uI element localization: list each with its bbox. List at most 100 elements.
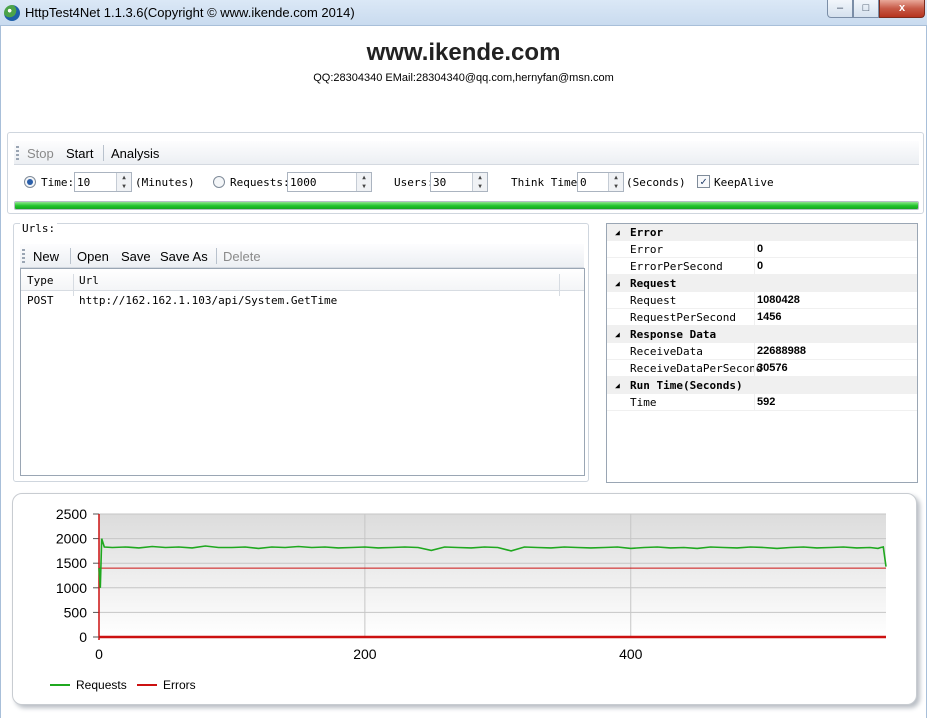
property-value: 592: [757, 396, 776, 408]
requests-mode-radio[interactable]: [213, 176, 225, 188]
url-address: http://162.162.1.103/api/System.GetTime: [79, 294, 338, 307]
think-time-stepper[interactable]: 0 ▲ ▼: [577, 172, 624, 192]
column-separator: [754, 292, 755, 309]
url-list-header: Type Url: [21, 269, 584, 296]
category-name: Run Time(Seconds): [630, 379, 743, 392]
legend-swatch: [137, 684, 157, 686]
settings-panel: Stop Start Analysis Time: 10 ▲ ▼ (Minutes…: [7, 132, 924, 214]
throughput-chart-panel: 0 500 1000 1500 2000 2500 0 200 400 Requests Err…: [12, 493, 917, 705]
window-title: HttpTest4Net 1.1.3.6(Copyright © www.ike…: [25, 5, 355, 20]
time-mode-radio[interactable]: [24, 176, 36, 188]
maximize-button[interactable]: □: [853, 0, 879, 18]
stop-button[interactable]: Stop: [27, 146, 54, 161]
property-key: Time: [630, 396, 657, 409]
toolbar-separator: [216, 248, 217, 264]
category-request[interactable]: ◢ Request: [607, 275, 917, 292]
spin-down-icon[interactable]: ▼: [609, 182, 623, 191]
column-separator: [754, 241, 755, 258]
options-row: Time: 10 ▲ ▼ (Minutes) Requests: 1000 ▲ ▼ …: [8, 171, 923, 193]
analysis-button[interactable]: Analysis: [111, 146, 159, 161]
column-separator: [754, 309, 755, 326]
spin-down-icon[interactable]: ▼: [117, 182, 131, 191]
delete-button[interactable]: Delete: [223, 249, 261, 264]
property-row[interactable]: Request 1080428: [607, 292, 917, 309]
column-header-url[interactable]: Url: [79, 274, 99, 287]
url-list[interactable]: Type Url POST http://162.162.1.103/api/S…: [20, 268, 585, 476]
category-name: Response Data: [630, 328, 717, 341]
think-time-label: Think Time:: [511, 176, 584, 189]
urls-group: Urls: New Open Save Save As Delete Type …: [13, 222, 589, 482]
property-value: 0: [757, 243, 764, 255]
property-value: 22688988: [757, 345, 806, 357]
site-title: www.ikende.com: [366, 39, 561, 66]
title-bar: HttpTest4Net 1.1.3.6(Copyright © www.ike…: [0, 0, 927, 26]
spin-up-icon[interactable]: ▲: [609, 173, 623, 182]
stats-property-grid: ◢ Error Error 0 ErrorPerSecond 0 ◢ Reque…: [606, 223, 918, 483]
property-key: ReceiveDataPerSecond: [630, 362, 763, 375]
keepalive-checkbox[interactable]: ✓: [697, 175, 710, 188]
time-spin[interactable]: ▲ ▼: [116, 173, 131, 191]
users-spin[interactable]: ▲ ▼: [472, 173, 487, 191]
property-value: 30576: [757, 362, 788, 374]
urls-caption: Urls:: [20, 222, 58, 235]
requests-stepper[interactable]: 1000 ▲ ▼: [287, 172, 372, 192]
column-separator: [754, 258, 755, 275]
think-time-spin[interactable]: ▲ ▼: [608, 173, 623, 191]
minimize-button[interactable]: –: [827, 0, 853, 18]
y-tick-label: 1000: [56, 580, 87, 596]
save-button[interactable]: Save: [121, 249, 151, 264]
property-value: 1456: [757, 311, 782, 323]
spin-up-icon[interactable]: ▲: [473, 173, 487, 182]
property-row[interactable]: RequestPerSecond 1456: [607, 309, 917, 326]
y-tick-label: 2000: [56, 531, 87, 547]
close-button[interactable]: x: [879, 0, 925, 18]
toolbar-grip[interactable]: [16, 146, 19, 160]
time-stepper[interactable]: 10 ▲ ▼: [74, 172, 132, 192]
spin-up-icon[interactable]: ▲: [357, 173, 371, 182]
start-button[interactable]: Start: [66, 146, 93, 161]
property-row[interactable]: Time 592: [607, 394, 917, 411]
collapse-icon[interactable]: ◢: [615, 279, 620, 288]
property-row[interactable]: Error 0: [607, 241, 917, 258]
property-key: RequestPerSecond: [630, 311, 736, 324]
open-button[interactable]: Open: [77, 249, 109, 264]
column-separator: [754, 343, 755, 360]
x-tick-label: 0: [95, 646, 103, 662]
category-response-data[interactable]: ◢ Response Data: [607, 326, 917, 343]
x-tick-label: 400: [619, 646, 643, 662]
legend-swatch: [50, 684, 70, 686]
collapse-icon[interactable]: ◢: [615, 330, 620, 339]
collapse-icon[interactable]: ◢: [615, 381, 620, 390]
spin-down-icon[interactable]: ▼: [473, 182, 487, 191]
list-item[interactable]: POST http://162.162.1.103/api/System.Get…: [21, 293, 584, 309]
property-value: 1080428: [757, 294, 800, 306]
users-stepper[interactable]: 30 ▲ ▼: [430, 172, 488, 192]
urls-toolbar: New Open Save Save As Delete: [20, 244, 584, 268]
app-icon: [4, 5, 20, 21]
collapse-icon[interactable]: ◢: [615, 228, 620, 237]
run-toolbar: Stop Start Analysis: [14, 141, 919, 165]
save-as-button[interactable]: Save As: [160, 249, 208, 264]
category-run-time[interactable]: ◢ Run Time(Seconds): [607, 377, 917, 394]
requests-spin[interactable]: ▲ ▼: [356, 173, 371, 191]
requests-label: Requests:: [230, 176, 290, 189]
plot-area: [99, 514, 886, 637]
category-error[interactable]: ◢ Error: [607, 224, 917, 241]
new-button[interactable]: New: [33, 249, 59, 264]
y-tick-label: 2500: [56, 506, 87, 522]
property-row[interactable]: ErrorPerSecond 0: [607, 258, 917, 275]
x-tick-label: 200: [353, 646, 377, 662]
column-header-type[interactable]: Type: [27, 274, 54, 287]
url-type: POST: [27, 294, 54, 307]
spin-down-icon[interactable]: ▼: [357, 182, 371, 191]
spin-up-icon[interactable]: ▲: [117, 173, 131, 182]
property-row[interactable]: ReceiveDataPerSecond 30576: [607, 360, 917, 377]
column-separator: [754, 394, 755, 411]
requests-value: 1000: [290, 176, 317, 189]
property-row[interactable]: ReceiveData 22688988: [607, 343, 917, 360]
toolbar-grip[interactable]: [22, 249, 25, 263]
keepalive-label: KeepAlive: [714, 176, 774, 189]
throughput-chart: 0 500 1000 1500 2000 2500 0 200 400: [56, 506, 887, 662]
property-key: ErrorPerSecond: [630, 260, 723, 273]
y-tick-label: 1500: [56, 555, 87, 571]
